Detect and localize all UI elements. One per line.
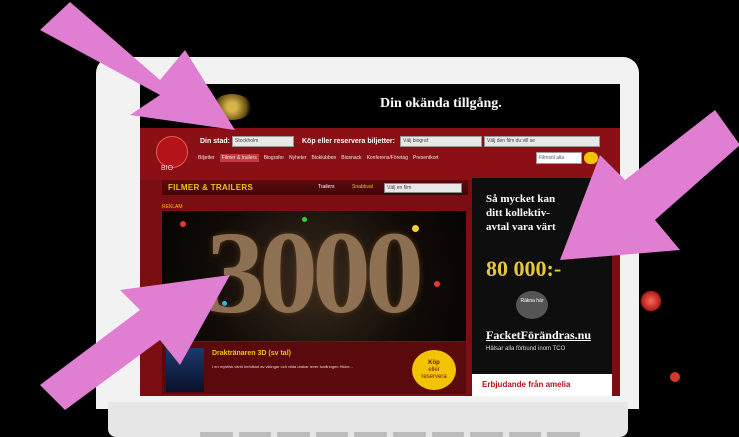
buy-ticket-button[interactable]: Köp eller reservera <box>412 350 456 390</box>
buy-line2: eller <box>428 367 440 373</box>
main-nav: Biljetter Filmer & trailers Biografer Ny… <box>198 154 439 162</box>
nav-item-nyheter[interactable]: Nyheter <box>289 154 307 162</box>
nav-item-biosnack[interactable]: Biosnack <box>341 154 361 162</box>
bokeh-light <box>180 221 186 227</box>
buy-line3: reservera <box>421 374 447 380</box>
nav-item-bioklubben[interactable]: Bioklubben <box>312 154 337 162</box>
keyboard-row <box>200 432 580 437</box>
buy-line1: Köp <box>428 360 440 366</box>
nav-item-biografer[interactable]: Biografer <box>264 154 284 162</box>
nav-item-presentkort[interactable]: Presentkort <box>413 154 439 162</box>
sf-bio-logo-icon[interactable] <box>156 136 188 168</box>
ad-subtext: Hälsar alla förbund inom TCO <box>486 346 566 352</box>
arrow-top-left-icon <box>40 2 235 130</box>
bokeh-light <box>434 281 440 287</box>
photo-frame: Din okända tillgång. BIO Din stad: Stock… <box>0 0 739 437</box>
tab-trailers[interactable]: Trailers <box>318 184 334 190</box>
ad-site-link[interactable]: FacketFörändras.nu <box>486 328 591 343</box>
second-ad[interactable]: Erbjudande från amelia <box>472 374 612 396</box>
nav-item-filmer[interactable]: Filmer & trailers <box>219 154 259 162</box>
film-quick-select[interactable]: Välj en film <box>384 183 462 193</box>
arrow-right-icon <box>560 110 739 260</box>
background-bokeh <box>640 290 662 312</box>
logo-text: BIO <box>161 165 174 172</box>
section-title: FILMER & TRAILERS <box>168 183 254 192</box>
background-bokeh <box>670 372 680 382</box>
nav-item-biljetter[interactable]: Biljetter <box>198 154 215 162</box>
ticket-label: Köp eller reservera biljetter: <box>302 138 395 145</box>
second-ad-text: Erbjudande från amelia <box>482 380 571 389</box>
ad-calculate-button[interactable]: Räkna här <box>516 291 548 319</box>
ad-label: REKLAM <box>162 204 183 210</box>
tab-snabbval[interactable]: Snabbval <box>352 184 373 190</box>
banner-text: Din okända tillgång. <box>380 96 502 111</box>
arrow-bottom-left-icon <box>40 275 230 410</box>
nav-item-konferens[interactable]: Konferens/Företag <box>367 154 408 162</box>
section-header: FILMER & TRAILERS Trailers Snabbval Välj… <box>162 180 468 195</box>
cinema-select[interactable]: Välj biograf <box>400 136 482 147</box>
